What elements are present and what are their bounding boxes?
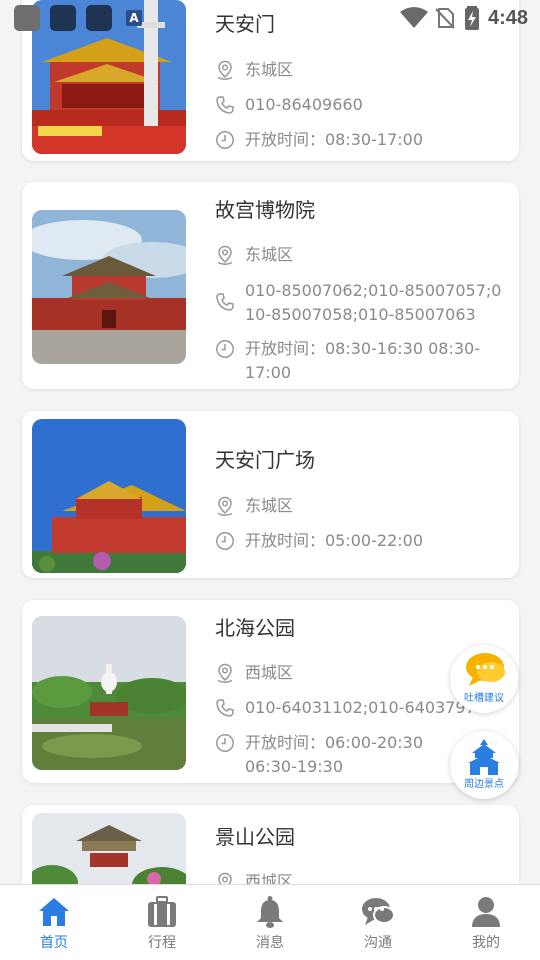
temple-icon (468, 739, 500, 775)
chat-icon (362, 898, 395, 925)
no-sim-icon (435, 8, 455, 29)
attraction-name: 景山公园 (215, 825, 295, 849)
location-pin-icon (217, 245, 233, 265)
app-notification-icon (14, 5, 40, 31)
attraction-thumbnail[interactable] (32, 616, 186, 770)
hours-text: 开放时间：08:30-16:30 08:30-17:00 (245, 339, 480, 382)
district-text: 西城区 (245, 872, 294, 885)
hours-row: 开放时间：08:30-16:30 08:30-17:00 (215, 339, 507, 385)
phone-text[interactable]: 010-85007062;010-85007057;010-85007058;0… (245, 279, 507, 327)
clock-icon (216, 532, 234, 550)
hours-text: 开放时间：06:00-20:30 06:30-19:30 (245, 733, 423, 776)
nearby-attractions-button[interactable]: 周边景点 (450, 731, 518, 799)
district-text: 东城区 (245, 245, 294, 264)
feedback-label: 吐槽建议 (464, 693, 504, 704)
district-text: 东城区 (245, 496, 294, 515)
tab-label: 消息 (256, 935, 284, 951)
phone-row[interactable]: 010-86409660 (215, 95, 507, 117)
status-bar: A 4:48 (0, 0, 540, 38)
hours-row: 开放时间：08:30-17:00 (215, 130, 507, 152)
chat-bubble-icon (466, 653, 505, 686)
attraction-thumbnail[interactable] (32, 210, 186, 364)
clock-icon (216, 131, 234, 149)
phone-text[interactable]: 010-64031102;010-64037972 (245, 696, 475, 720)
district-row: 东城区 (215, 496, 507, 518)
phone-icon (216, 293, 234, 311)
luggage-icon (148, 896, 176, 927)
app-notification-icon (86, 5, 112, 31)
attraction-card[interactable]: 景山公园 西城区 (22, 805, 519, 885)
tab-communicate[interactable]: 沟通 (324, 885, 432, 960)
attraction-thumbnail[interactable] (32, 419, 186, 573)
user-icon (472, 897, 500, 927)
wifi-icon (399, 7, 428, 28)
attraction-card[interactable]: 北海公园 西城区 010-64031102;010-64037972 开放时间：… (22, 600, 519, 783)
feedback-button[interactable]: 吐槽建议 (450, 645, 518, 713)
hours-row: 开放时间：06:00-20:30 06:30-19:30 (215, 733, 471, 779)
attraction-name: 北海公园 (215, 616, 295, 640)
tab-messages[interactable]: 消息 (216, 885, 324, 960)
attraction-name: 故宫博物院 (215, 198, 315, 222)
nearby-label: 周边景点 (464, 779, 504, 790)
clock-icon (216, 734, 234, 752)
district-row: 东城区 (215, 245, 507, 267)
phone-row[interactable]: 010-64031102;010-64037972 (215, 698, 475, 720)
attraction-thumbnail[interactable] (32, 813, 186, 885)
bottom-tab-bar: 首页 行程 消息 沟通 我的 (0, 884, 540, 960)
notification-badge-icon: A (126, 10, 142, 26)
attraction-name: 天安门广场 (215, 448, 315, 472)
location-pin-icon (217, 496, 233, 516)
phone-icon (216, 699, 234, 717)
tab-label: 首页 (40, 935, 68, 951)
phone-row[interactable]: 010-85007062;010-85007057;010-85007058;0… (215, 281, 507, 327)
location-pin-icon (217, 663, 233, 683)
tab-profile[interactable]: 我的 (432, 885, 540, 960)
attraction-card[interactable]: 天安门广场 东城区 开放时间：05:00-22:00 (22, 411, 519, 578)
district-row: 东城区 (215, 60, 507, 82)
hours-text: 开放时间：05:00-22:00 (245, 531, 423, 550)
tab-label: 我的 (472, 935, 500, 951)
hours-text: 开放时间：08:30-17:00 (245, 130, 423, 149)
tab-home[interactable]: 首页 (0, 885, 108, 960)
district-text: 东城区 (245, 60, 294, 79)
phone-text[interactable]: 010-86409660 (245, 93, 507, 117)
attraction-card[interactable]: 故宫博物院 东城区 010-85007062;010-85007057;010-… (22, 182, 519, 389)
tab-label: 行程 (148, 935, 176, 951)
clock-icon (216, 340, 234, 358)
battery-charging-icon (464, 6, 479, 30)
phone-icon (216, 96, 234, 114)
status-time: 4:48 (487, 6, 528, 29)
tab-itinerary[interactable]: 行程 (108, 885, 216, 960)
app-notification-icon (50, 5, 76, 31)
hours-row: 开放时间：05:00-22:00 (215, 531, 507, 553)
location-pin-icon (217, 60, 233, 80)
tab-label: 沟通 (364, 935, 392, 951)
bell-icon (257, 896, 283, 928)
home-icon (39, 898, 69, 926)
